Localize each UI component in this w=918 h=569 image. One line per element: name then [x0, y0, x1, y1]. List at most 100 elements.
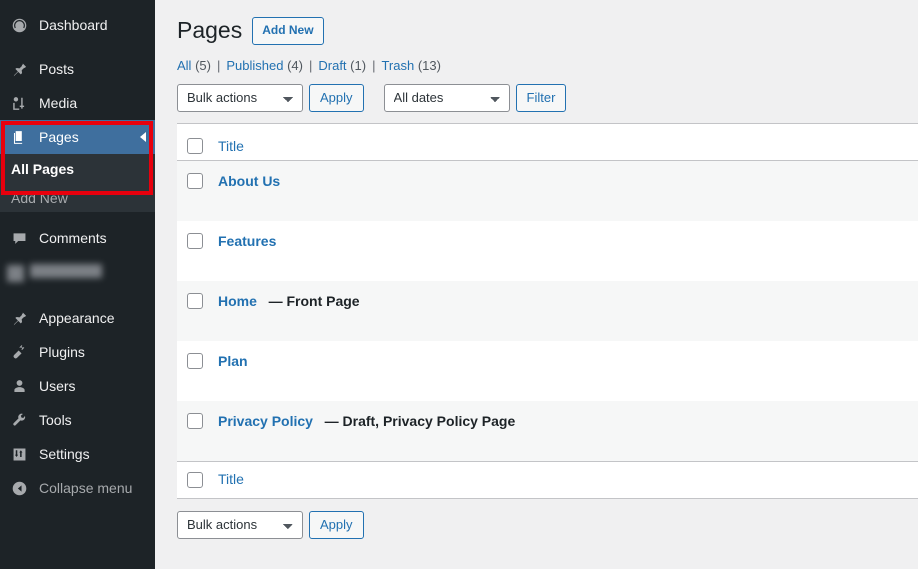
- tools-icon: [8, 410, 30, 430]
- sidebar-subitem-label: Add New: [11, 189, 68, 206]
- chevron-left-icon: [140, 132, 146, 142]
- comment-icon: [8, 228, 30, 248]
- pages-icon: [8, 127, 30, 147]
- sidebar-item-media[interactable]: Media: [0, 86, 155, 120]
- dashboard-icon: [8, 15, 30, 35]
- status-separator: |: [216, 57, 221, 73]
- sidebar-item-label: Plugins: [39, 344, 85, 360]
- row-checkbox[interactable]: [187, 172, 203, 189]
- row-select-cell: [187, 232, 218, 249]
- sidebar-item-label: Pages: [39, 129, 79, 145]
- page-title-link[interactable]: Home: [218, 293, 257, 309]
- bulk-actions-select-bottom[interactable]: Bulk actions: [177, 510, 303, 539]
- filter-button[interactable]: Filter: [515, 83, 567, 112]
- status-separator: |: [308, 57, 313, 73]
- table-header-row: Title: [177, 123, 918, 161]
- redacted-icon: [7, 265, 24, 282]
- users-icon: [8, 376, 30, 396]
- admin-main-content: Pages Add New All (5) | Published (4) | …: [155, 0, 918, 569]
- admin-sidebar-menu: Dashboard Posts Media Pages All Pages Ad…: [0, 0, 155, 569]
- status-count-published: (4): [287, 57, 303, 73]
- status-link-all[interactable]: All: [177, 58, 191, 73]
- status-filter-links: All (5) | Published (4) | Draft (1) | Tr…: [177, 58, 918, 73]
- sidebar-item-tools[interactable]: Tools: [0, 403, 155, 437]
- row-checkbox[interactable]: [187, 292, 203, 309]
- sidebar-item-users[interactable]: Users: [0, 369, 155, 403]
- page-title-link[interactable]: Plan: [218, 353, 248, 369]
- column-footer-title[interactable]: Title: [218, 470, 244, 490]
- tablenav-bottom: Bulk actions Apply: [177, 510, 918, 539]
- sidebar-item-all-pages[interactable]: All Pages: [0, 154, 155, 183]
- bulk-actions-select-top[interactable]: Bulk actions: [177, 83, 303, 112]
- add-new-button[interactable]: Add New: [252, 16, 324, 46]
- sidebar-item-label: Appearance: [39, 310, 115, 326]
- sidebar-item-appearance[interactable]: Appearance: [0, 301, 155, 335]
- row-select-cell: [187, 172, 218, 189]
- date-filter-select[interactable]: All dates: [383, 83, 510, 112]
- sidebar-item-add-new-page[interactable]: Add New: [0, 183, 155, 212]
- page-title: Pages: [177, 17, 243, 43]
- table-row: Features: [177, 220, 918, 281]
- row-checkbox[interactable]: [187, 352, 203, 369]
- status-count-draft: (1): [350, 57, 367, 73]
- row-title-cell: Plan: [218, 352, 248, 372]
- column-header-title[interactable]: Title: [218, 137, 244, 157]
- page-title-link[interactable]: Privacy Policy: [218, 413, 313, 429]
- sidebar-item-label: Users: [39, 378, 76, 394]
- row-select-cell: [187, 412, 218, 429]
- page-title-link[interactable]: About Us: [218, 173, 280, 189]
- collapse-icon: [8, 478, 30, 498]
- sidebar-item-posts[interactable]: Posts: [0, 52, 155, 86]
- apply-button-top[interactable]: Apply: [309, 83, 364, 112]
- sidebar-item-label: Media: [39, 95, 78, 111]
- redacted-label: [30, 264, 102, 278]
- plugins-icon: [8, 342, 30, 362]
- row-title-cell: Privacy Policy — Draft, Privacy Policy P…: [218, 412, 515, 432]
- post-state-label: — Front Page: [268, 292, 360, 309]
- sidebar-collapse-menu-button[interactable]: Collapse menu: [0, 471, 155, 505]
- sidebar-item-comments[interactable]: Comments: [0, 221, 155, 255]
- select-all-cell: [187, 138, 218, 155]
- apply-button-bottom[interactable]: Apply: [309, 510, 364, 539]
- table-row: Privacy Policy — Draft, Privacy Policy P…: [177, 400, 918, 461]
- row-select-cell: [187, 352, 218, 369]
- table-row: About Us: [177, 160, 918, 221]
- settings-icon: [8, 444, 30, 464]
- status-link-trash[interactable]: Trash: [381, 58, 414, 73]
- sidebar-item-label: Tools: [39, 412, 72, 428]
- appearance-icon: [8, 308, 30, 328]
- status-count-all: (5): [195, 57, 211, 73]
- table-footer-row: Title: [177, 460, 918, 498]
- pin-icon: [8, 59, 30, 79]
- sidebar-item-redacted[interactable]: [0, 255, 155, 301]
- status-link-draft[interactable]: Draft: [318, 58, 346, 73]
- pages-list-table: Title About Us Features Home — Front Pag…: [177, 122, 918, 499]
- tablenav-top: Bulk actions Apply All dates Filter: [177, 83, 918, 112]
- row-title-cell: Home — Front Page: [218, 292, 360, 312]
- table-row: Plan: [177, 340, 918, 401]
- select-all-checkbox-bottom[interactable]: [187, 471, 203, 488]
- sidebar-item-label: Settings: [39, 446, 90, 462]
- sidebar-item-settings[interactable]: Settings: [0, 437, 155, 471]
- select-all-checkbox-top[interactable]: [187, 138, 203, 155]
- row-select-cell: [187, 292, 218, 309]
- media-icon: [8, 93, 30, 113]
- table-row: Home — Front Page: [177, 280, 918, 341]
- row-checkbox[interactable]: [187, 232, 203, 249]
- status-link-published[interactable]: Published: [226, 58, 283, 73]
- sidebar-subitem-label: All Pages: [11, 160, 75, 177]
- page-title-link[interactable]: Features: [218, 233, 276, 249]
- row-checkbox[interactable]: [187, 412, 203, 429]
- sidebar-item-dashboard[interactable]: Dashboard: [0, 8, 155, 42]
- row-title-cell: Features: [218, 232, 276, 252]
- status-separator: |: [372, 57, 376, 73]
- row-title-cell: About Us: [218, 172, 280, 192]
- sidebar-item-label: Collapse menu: [39, 480, 133, 496]
- sidebar-item-label: Comments: [39, 230, 107, 246]
- sidebar-item-plugins[interactable]: Plugins: [0, 335, 155, 369]
- sidebar-item-label: Posts: [39, 61, 75, 77]
- pages-submenu: All Pages Add New: [0, 154, 155, 212]
- sidebar-item-label: Dashboard: [39, 17, 108, 33]
- sidebar-item-pages[interactable]: Pages: [0, 120, 155, 154]
- post-state-label: — Draft, Privacy Policy Page: [324, 412, 516, 429]
